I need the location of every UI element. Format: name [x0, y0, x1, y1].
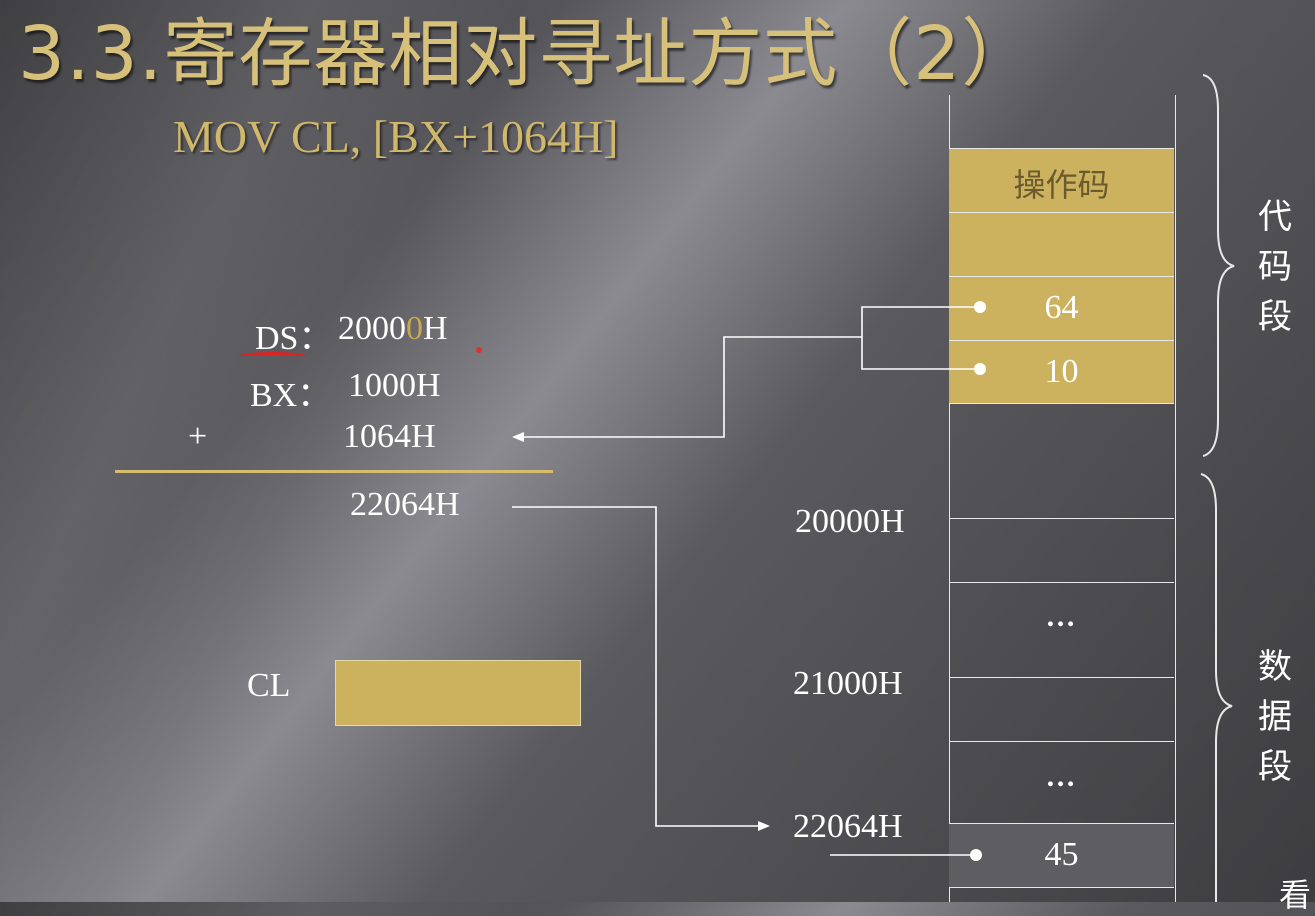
- effective-address-arrow: [512, 506, 770, 831]
- data-segment-brace: [1200, 473, 1233, 902]
- connector-lines: [0, 74, 1235, 902]
- code-segment-brace: [1202, 74, 1235, 457]
- displacement-connector: [514, 306, 974, 437]
